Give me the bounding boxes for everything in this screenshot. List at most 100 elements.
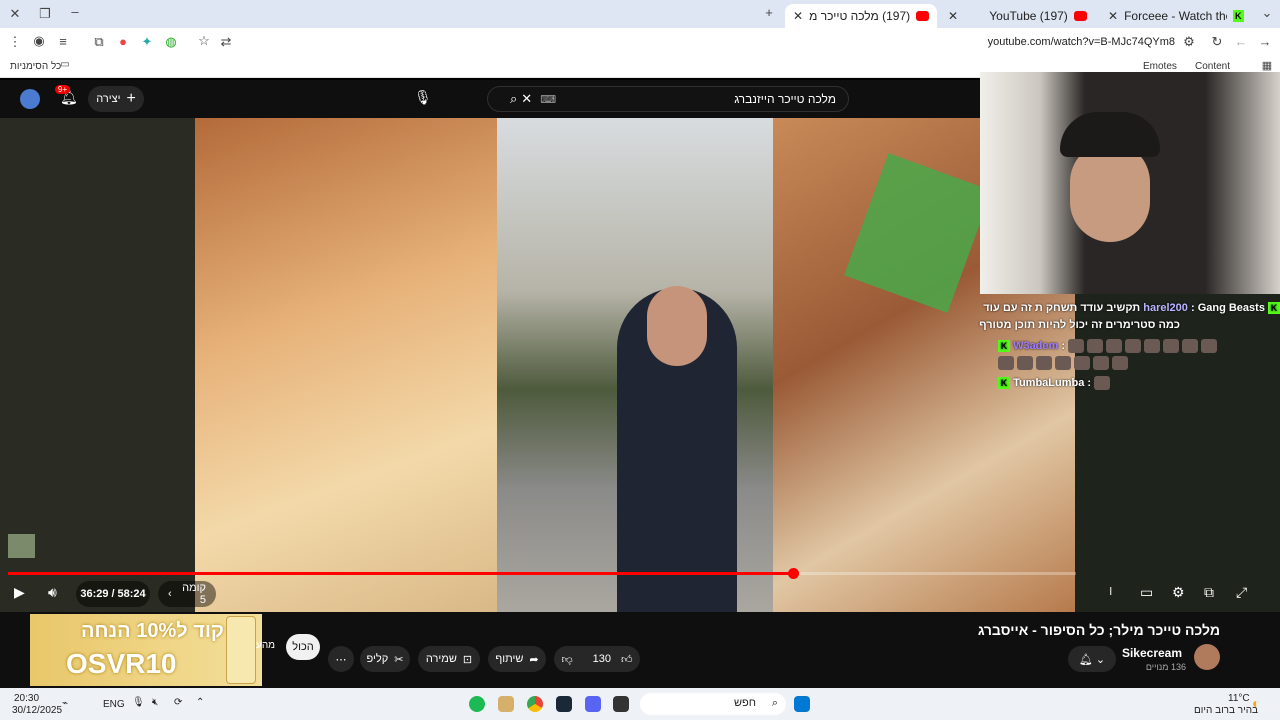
- reload-icon[interactable]: ↻: [1208, 34, 1226, 50]
- app-icon[interactable]: [498, 696, 514, 712]
- spotify-icon[interactable]: [469, 696, 485, 712]
- mic-icon[interactable]: 🎙︎: [132, 697, 145, 708]
- tab-kick[interactable]: ✕ Forceee - Watch the VOD on K K: [1100, 4, 1252, 28]
- extension-icon[interactable]: ●: [114, 34, 132, 49]
- tab-close-icon[interactable]: ✕: [948, 9, 958, 23]
- window-close-icon[interactable]: ✕: [6, 6, 24, 22]
- app-icon[interactable]: [613, 696, 629, 712]
- forward-icon[interactable]: ←: [1232, 34, 1250, 49]
- ad-text: קוד ל10% הנחה: [81, 620, 224, 642]
- search-value: מלכה טייכר הייזנברג: [734, 92, 836, 106]
- more-actions-button[interactable]: ⋯: [328, 646, 354, 672]
- like-dislike: 👎︎ 130 👍︎: [554, 646, 640, 672]
- video-title: מלכה טייכר מילר; כל הסיפור - אייסברג: [977, 622, 1220, 638]
- filter-chip-from[interactable]: מהע: [256, 640, 275, 651]
- create-button[interactable]: + יצירה: [88, 86, 144, 112]
- bookmark-star-icon[interactable]: ☆: [195, 33, 213, 49]
- tab-youtube[interactable]: (197) YouTube ✕: [940, 4, 1095, 28]
- tray-chevron-icon[interactable]: ⌃: [196, 697, 204, 708]
- search-icon[interactable]: ⌕: [510, 91, 517, 107]
- window-restore-icon[interactable]: ❐: [36, 6, 54, 22]
- new-tab-button[interactable]: +: [760, 5, 778, 20]
- share-page-icon[interactable]: ⇄: [217, 34, 235, 50]
- search-input[interactable]: מלכה טייכר הייזנברג ⌨ ✕ ⌕: [487, 86, 849, 112]
- filter-chip-all[interactable]: הכול: [286, 634, 320, 660]
- bookmark-emotes[interactable]: Emotes: [1143, 61, 1177, 72]
- network-icon[interactable]: ⟳: [174, 697, 182, 708]
- extension-icon[interactable]: ✦: [138, 34, 156, 50]
- autoplay-toggle[interactable]: ⏽: [1106, 584, 1116, 599]
- weather-temp[interactable]: 11°C: [1228, 693, 1250, 704]
- window-minimize-icon[interactable]: –: [66, 4, 84, 19]
- emote-icon: [1087, 339, 1104, 353]
- tab-close-icon[interactable]: ✕: [793, 9, 803, 23]
- chat-message: K TumbaLumba :: [998, 376, 1113, 390]
- menu-icon[interactable]: ⋮: [6, 34, 24, 50]
- folder-icon: ▭: [60, 59, 70, 70]
- chrome-icon[interactable]: [527, 696, 543, 712]
- chat-message-cont: כמה סטרימרים זה יכול להיות תוכן מטורף: [979, 319, 1180, 331]
- all-bookmarks[interactable]: כל הסימניות: [10, 61, 61, 72]
- tab-title: Forceee - Watch the VOD on K: [1124, 9, 1227, 23]
- time-current: 36:29: [80, 588, 109, 600]
- volume-icon[interactable]: 🔊︎: [48, 584, 57, 601]
- like-icon[interactable]: 👍︎: [621, 653, 633, 666]
- language-indicator[interactable]: ENG: [103, 699, 125, 710]
- play-icon[interactable]: ▶: [14, 584, 25, 601]
- settings-icon[interactable]: ⚙: [1172, 584, 1185, 601]
- emote-icon: [1036, 356, 1052, 370]
- back-icon[interactable]: →: [1256, 34, 1274, 49]
- keyboard-icon[interactable]: ⌨: [540, 93, 556, 106]
- playlist-icon[interactable]: ≡: [54, 34, 72, 49]
- scissors-icon: ✂: [394, 653, 404, 666]
- video-frame-left: [195, 118, 497, 612]
- tab-video[interactable]: (197) מלכה טייכר מילר; כל הסי ✕: [785, 4, 937, 28]
- notification-icon[interactable]: ⌁: [62, 698, 68, 709]
- profile-avatar[interactable]: ◉: [30, 33, 48, 49]
- dislike-icon[interactable]: 👎︎: [561, 653, 572, 666]
- volume-icon[interactable]: 🔇︎: [152, 697, 158, 708]
- taskbar-search[interactable]: חפש ⌕: [640, 693, 786, 715]
- fullscreen-icon[interactable]: ⤢: [1236, 584, 1247, 601]
- tab-close-icon[interactable]: ✕: [1108, 9, 1118, 23]
- channel-name[interactable]: Sikecream: [1110, 646, 1182, 660]
- ad-banner[interactable]: קוד ל10% הנחה OSVR10: [30, 614, 262, 686]
- video-frame-center: [497, 118, 773, 612]
- clock-date[interactable]: 30/12/2025: [12, 705, 62, 716]
- tab-search-icon[interactable]: ⌄: [1258, 5, 1276, 21]
- clear-search-icon[interactable]: ✕: [521, 91, 532, 107]
- share-button[interactable]: ➦ שיתוף: [488, 646, 546, 672]
- clip-button[interactable]: ✂ קליפ: [360, 646, 410, 672]
- emote-icon: [1094, 376, 1111, 390]
- video-info: קוד ל10% הנחה OSVR10 מהע הכול ⋯ ✂ קליפ ⊡…: [0, 612, 1280, 688]
- avatar[interactable]: [20, 89, 40, 109]
- grid-icon[interactable]: ▦: [1258, 59, 1276, 72]
- discord-icon[interactable]: [585, 696, 601, 712]
- progress-scrubber[interactable]: [787, 568, 799, 579]
- like-count[interactable]: 130: [593, 653, 611, 665]
- stream-thumbnail: [8, 534, 35, 558]
- extension-icon[interactable]: ◍: [162, 34, 180, 50]
- steam-icon[interactable]: [556, 696, 572, 712]
- bookmark-content[interactable]: Content: [1195, 61, 1230, 72]
- subscribe-bell-button[interactable]: ⌄ 🔔︎: [1068, 646, 1116, 672]
- clock-time[interactable]: 20:30: [14, 693, 39, 704]
- voice-search-icon[interactable]: 🎙︎: [414, 89, 432, 106]
- miniplayer-icon[interactable]: ⧉: [1204, 584, 1214, 601]
- address-bar[interactable]: youtube.com/watch?v=B-MJc74QYm8: [960, 36, 1175, 48]
- save-button[interactable]: ⊡ שמירה: [418, 646, 480, 672]
- windows-start-icon[interactable]: [794, 696, 810, 712]
- chapter-button[interactable]: קומה 5 ›: [158, 581, 216, 607]
- emote-icon: [1074, 356, 1090, 370]
- weather-icon[interactable]: ◐: [1252, 695, 1260, 711]
- ad-code: OSVR10: [66, 648, 177, 679]
- extensions-icon[interactable]: ⧉: [90, 34, 108, 50]
- kick-icon: K: [1268, 302, 1280, 314]
- progress-bar[interactable]: [8, 568, 1076, 579]
- clip-label: קליפ: [366, 653, 389, 665]
- emote-icon: [1144, 339, 1161, 353]
- captions-icon[interactable]: ▭: [1140, 584, 1153, 601]
- channel-avatar[interactable]: [1194, 644, 1220, 670]
- site-settings-icon[interactable]: ⚙: [1180, 34, 1198, 50]
- emote-icon: [1201, 339, 1218, 353]
